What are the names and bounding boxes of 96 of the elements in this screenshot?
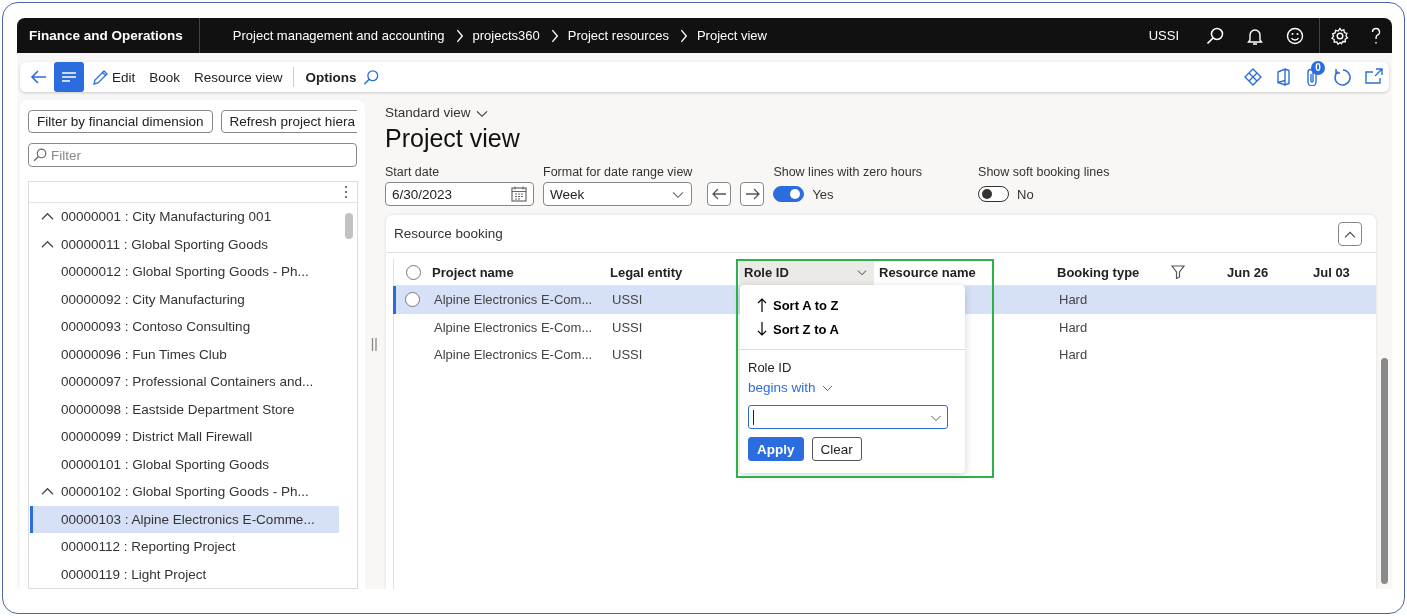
- tree-item[interactable]: 00000011 : Global Sporting Goods: [30, 230, 339, 258]
- scrollbar[interactable]: [345, 213, 353, 239]
- smiley-icon[interactable]: [1286, 26, 1304, 45]
- pop-out-icon[interactable]: [1365, 68, 1383, 86]
- toggle-switch[interactable]: [978, 186, 1010, 202]
- scrollbar[interactable]: [1380, 358, 1388, 584]
- breadcrumb-link[interactable]: projects360: [472, 28, 540, 43]
- table-cell-text: Alpine Electronics E-Com...: [433, 291, 594, 310]
- tree-item[interactable]: 00000119 : Light Project: [30, 560, 339, 588]
- filter-label: Role ID: [748, 360, 793, 375]
- table-cell-text: Alpine Electronics E-Com...: [433, 318, 594, 337]
- toggle-label: Show soft booking lines: [978, 165, 1110, 179]
- apply-button[interactable]: Apply: [748, 437, 804, 461]
- more-icon[interactable]: [344, 185, 348, 199]
- sort-option[interactable]: Sort A to Z: [740, 293, 845, 317]
- tree-item[interactable]: 00000098 : Eastside Department Store: [30, 395, 339, 423]
- diamond-icon[interactable]: [1244, 68, 1262, 86]
- filter-icon[interactable]: [1171, 265, 1185, 279]
- help-icon[interactable]: [1371, 26, 1381, 45]
- tree-item[interactable]: 00000001 : City Manufacturing 001: [30, 203, 339, 231]
- tree-item[interactable]: 00000112 : Reporting Project: [30, 533, 339, 561]
- toolbar-button[interactable]: Resource view: [188, 62, 289, 92]
- breadcrumb-link[interactable]: Project management and accounting: [232, 28, 445, 43]
- arrow-left-icon: [711, 187, 727, 201]
- arrow-down-icon: [757, 321, 767, 337]
- toolbar-tab[interactable]: Options: [299, 62, 363, 92]
- operator-dropdown[interactable]: begins with: [748, 380, 834, 395]
- page-title: Project view: [385, 123, 521, 153]
- bell-icon[interactable]: [1246, 26, 1264, 45]
- edit-button[interactable]: Edit: [86, 62, 142, 92]
- table-cell-text: Hard: [1058, 318, 1089, 337]
- collapse-button[interactable]: [1338, 221, 1362, 246]
- field-label: Start date: [385, 165, 441, 179]
- breadcrumb-link[interactable]: Project resources: [567, 28, 669, 43]
- toggle-label: Show lines with zero hours: [773, 165, 923, 179]
- table-cell-text: Hard: [1058, 346, 1089, 365]
- chevron-down-icon: [820, 383, 834, 392]
- settings-icon[interactable]: [1331, 26, 1349, 45]
- splitter-grip-icon[interactable]: [371, 338, 378, 351]
- tree-item[interactable]: 00000092 : City Manufacturing: [30, 285, 339, 313]
- table-cell-text: USSI: [611, 291, 644, 310]
- row-radio[interactable]: [405, 292, 420, 308]
- view-selector[interactable]: Standard view: [385, 105, 488, 120]
- tree-item[interactable]: 00000096 : Fun Times Club: [30, 340, 339, 368]
- menu-button[interactable]: [54, 62, 84, 92]
- arrow-up-icon: [757, 297, 767, 313]
- count-badge: 0: [1311, 61, 1325, 75]
- column-header[interactable]: Resource name: [874, 259, 1052, 285]
- column-header[interactable]: Jul 03: [1308, 259, 1376, 285]
- tree-item[interactable]: 00000099 : District Mall Firewall: [30, 423, 339, 451]
- filter-value-field[interactable]: [748, 405, 948, 429]
- chevron-down-icon: [671, 189, 685, 199]
- document-icon[interactable]: [1275, 68, 1291, 86]
- dropdown-field[interactable]: Week: [543, 182, 692, 206]
- app-title: Finance and Operations: [17, 18, 200, 53]
- arrow-right-icon: [744, 187, 760, 201]
- pane-button[interactable]: Filter by financial dimension: [28, 110, 213, 133]
- toolbar-button[interactable]: Book: [143, 62, 187, 92]
- tree-item[interactable]: 00000103 : Alpine Electronics E-Comme...: [30, 505, 339, 533]
- table-cell-text: USSI: [611, 346, 644, 365]
- column-header[interactable]: Booking type: [1052, 259, 1167, 285]
- toggle-switch[interactable]: [773, 186, 805, 202]
- column-header[interactable]: Legal entity: [605, 259, 739, 285]
- refresh-icon[interactable]: [1333, 67, 1352, 87]
- chevron-down-icon: [856, 268, 868, 276]
- toggle-value: Yes: [812, 186, 834, 202]
- select-all-radio[interactable]: [406, 264, 421, 280]
- search-icon[interactable]: [1206, 26, 1224, 45]
- menu-icon: [61, 71, 77, 83]
- tree-item[interactable]: 00000012 : Global Sporting Goods - Ph...: [30, 258, 339, 286]
- calendar-icon[interactable]: [511, 186, 527, 202]
- filter-field[interactable]: Filter: [28, 143, 357, 167]
- back-arrow-icon[interactable]: [30, 69, 48, 85]
- previous-button[interactable]: [707, 182, 732, 206]
- pane-button[interactable]: Refresh project hiera: [220, 110, 357, 133]
- table-cell-text: Alpine Electronics E-Com...: [433, 346, 594, 365]
- date-field[interactable]: 6/30/2023: [385, 182, 534, 206]
- search-icon: [33, 148, 47, 162]
- section-title: Resource booking: [394, 226, 503, 241]
- toggle-value: No: [1017, 186, 1034, 202]
- company-label[interactable]: USSI: [1148, 28, 1179, 43]
- table-cell-text: Hard: [1058, 291, 1089, 310]
- column-header[interactable]: Jun 26: [1222, 259, 1308, 285]
- tree-item[interactable]: 00000097 : Professional Containers and...: [30, 368, 339, 396]
- tree-item[interactable]: 00000102 : Global Sporting Goods - Ph...: [30, 478, 339, 506]
- field-label: Format for date range view: [543, 165, 693, 179]
- breadcrumb-link[interactable]: Project view: [696, 28, 767, 43]
- table-cell-text: USSI: [611, 318, 644, 337]
- clear-button[interactable]: Clear: [811, 437, 862, 461]
- next-button[interactable]: [740, 182, 765, 206]
- column-header[interactable]: Project name: [427, 259, 605, 285]
- sort-option[interactable]: Sort Z to A: [740, 317, 845, 341]
- pencil-icon: [92, 68, 109, 86]
- tree-item[interactable]: 00000101 : Global Sporting Goods: [30, 450, 339, 478]
- column-header[interactable]: Role ID: [739, 259, 874, 285]
- tree-item[interactable]: 00000093 : Contoso Consulting: [30, 313, 339, 341]
